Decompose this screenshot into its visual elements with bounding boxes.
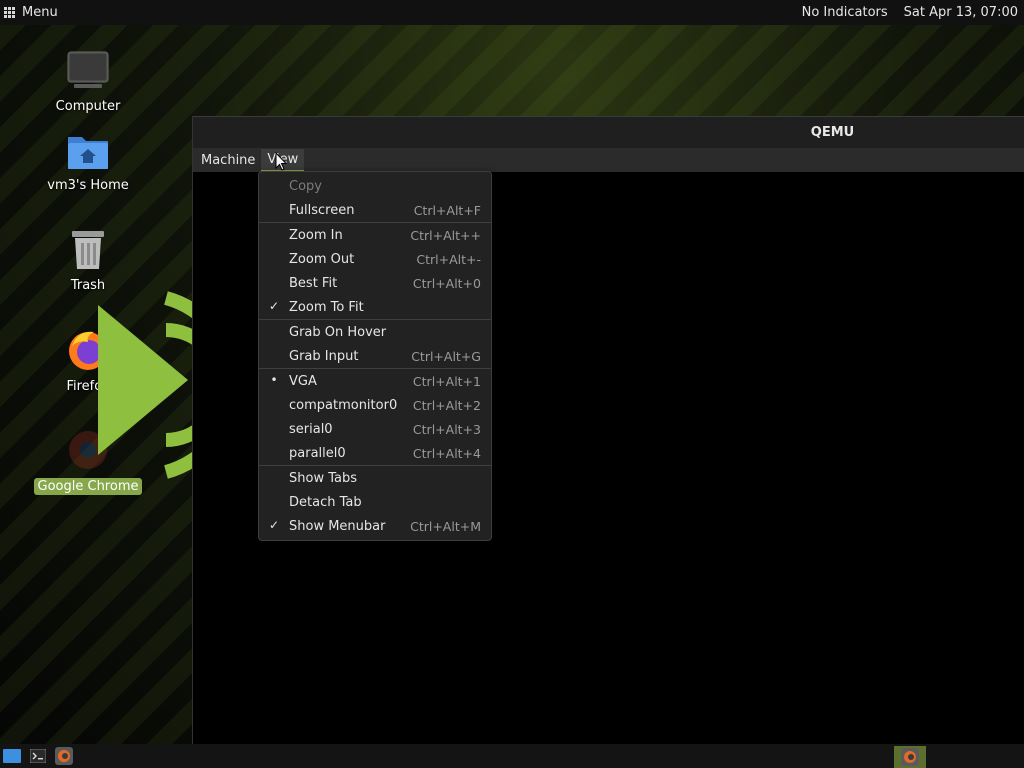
menu-item-show-menubar[interactable]: ✓ Show Menubar Ctrl+Alt+M [259, 514, 491, 538]
menu-item-accel: Ctrl+Alt+G [411, 348, 481, 364]
mouse-cursor-icon [275, 152, 287, 171]
menu-item-label: serial0 [289, 421, 333, 437]
show-desktop-button[interactable] [2, 746, 22, 766]
menu-item-grab-input[interactable]: Grab Input Ctrl+Alt+G [259, 344, 491, 368]
clock[interactable]: Sat Apr 13, 07:00 [904, 5, 1018, 20]
menu-item-copy[interactable]: Copy [259, 174, 491, 198]
bottom-taskbar [0, 744, 1024, 768]
desktop-icon-home[interactable]: vm3's Home [28, 131, 148, 194]
desktop-icon-label: Google Chrome [33, 478, 143, 495]
radio-dot-icon: • [270, 373, 278, 387]
top-panel: Menu No Indicators Sat Apr 13, 07:00 [0, 0, 1024, 25]
menu-item-zoom-to-fit[interactable]: ✓ Zoom To Fit [259, 295, 491, 319]
qemu-app-icon [901, 748, 919, 766]
terminal-launcher-button[interactable] [28, 746, 48, 766]
qemu-taskbar-window-button[interactable] [894, 746, 926, 768]
menu-item-zoom-in[interactable]: Zoom In Ctrl+Alt++ [259, 223, 491, 247]
menu-machine[interactable]: Machine [195, 150, 261, 171]
menu-item-label: Grab Input [289, 348, 359, 364]
show-desktop-icon [3, 749, 21, 763]
menu-item-show-tabs[interactable]: Show Tabs [259, 466, 491, 490]
menu-item-accel: Ctrl+Alt++ [410, 227, 481, 243]
window-menubar: Machine View [193, 148, 1024, 172]
desktop-icon-trash[interactable]: Trash [28, 229, 148, 294]
menu-item-label: Copy [289, 178, 322, 194]
menu-item-label: Show Tabs [289, 470, 357, 486]
menu-item-label: VGA [289, 373, 317, 389]
qemu-app-icon [55, 747, 73, 765]
menu-item-accel: Ctrl+Alt+4 [412, 445, 481, 461]
app-menu-label: Menu [22, 5, 58, 20]
trash-icon [72, 231, 104, 269]
menu-item-accel: Ctrl+Alt+3 [412, 421, 481, 437]
checkmark-icon: ✓ [268, 518, 280, 532]
menu-item-label: Detach Tab [289, 494, 362, 510]
home-folder-icon [68, 137, 108, 169]
mint-logo-graphic [98, 291, 196, 479]
menu-item-label: Zoom Out [289, 251, 355, 267]
menu-item-label: compatmonitor0 [289, 397, 398, 413]
desktop-icon-computer[interactable]: Computer [28, 50, 148, 115]
menu-item-label: Zoom To Fit [289, 299, 364, 315]
menu-item-accel: Ctrl+Alt+- [416, 251, 481, 267]
menu-item-parallel0[interactable]: parallel0 Ctrl+Alt+4 [259, 441, 491, 465]
menu-item-label: parallel0 [289, 445, 346, 461]
menu-item-label: Zoom In [289, 227, 343, 243]
menu-item-label: Fullscreen [289, 202, 355, 218]
menu-item-accel: Ctrl+Alt+1 [412, 373, 481, 389]
menu-item-detach-tab[interactable]: Detach Tab [259, 490, 491, 514]
window-title: QEMU [810, 125, 855, 140]
indicators-label[interactable]: No Indicators [802, 5, 888, 20]
apps-grid-icon [4, 6, 16, 19]
app-menu-button[interactable]: Menu [4, 5, 58, 20]
window-titlebar[interactable]: QEMU [193, 116, 1024, 148]
menu-item-fullscreen[interactable]: Fullscreen Ctrl+Alt+F [259, 198, 491, 222]
menu-item-accel: Ctrl+Alt+M [410, 518, 481, 534]
menu-item-label: Show Menubar [289, 518, 386, 534]
menu-item-best-fit[interactable]: Best Fit Ctrl+Alt+0 [259, 271, 491, 295]
desktop-icon-label: Computer [55, 99, 121, 114]
menu-item-label: Best Fit [289, 275, 338, 291]
checkmark-icon: ✓ [268, 299, 280, 313]
menu-item-accel: Ctrl+Alt+0 [412, 275, 481, 291]
menu-item-grab-on-hover[interactable]: Grab On Hover [259, 320, 491, 344]
menu-item-accel: Ctrl+Alt+2 [412, 397, 481, 413]
menu-item-label: Grab On Hover [289, 324, 387, 340]
menu-item-accel: Ctrl+Alt+F [413, 202, 481, 218]
computer-icon [67, 51, 109, 88]
terminal-icon [30, 749, 46, 763]
menu-item-serial0[interactable]: serial0 Ctrl+Alt+3 [259, 417, 491, 441]
desktop-icon-label: vm3's Home [47, 178, 129, 193]
view-dropdown-menu: Copy Fullscreen Ctrl+Alt+F Zoom In Ctrl+… [258, 171, 492, 541]
qemu-launcher-button[interactable] [54, 746, 74, 766]
menu-item-vga[interactable]: • VGA Ctrl+Alt+1 [259, 369, 491, 393]
menu-item-compatmonitor0[interactable]: compatmonitor0 Ctrl+Alt+2 [259, 393, 491, 417]
menu-item-zoom-out[interactable]: Zoom Out Ctrl+Alt+- [259, 247, 491, 271]
